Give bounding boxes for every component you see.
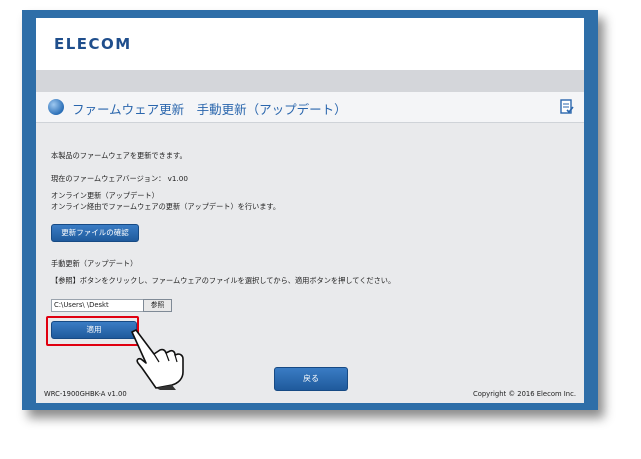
pointing-hand-icon	[131, 329, 184, 390]
globe-icon	[48, 99, 64, 115]
check-update-button[interactable]: 更新ファイルの確認	[51, 224, 139, 242]
online-update-heading: オンライン更新（アップデート）	[51, 191, 159, 200]
page-title: ファームウェア更新 手動更新（アップデート）	[72, 102, 347, 117]
screenshot-frame: ELECOM ファームウェア更新 手動更新（アップデート） 本製品のファームウェ…	[22, 10, 598, 410]
browse-button[interactable]: 参照	[143, 299, 172, 312]
page-title-bar: ファームウェア更新 手動更新（アップデート）	[36, 92, 584, 123]
back-button[interactable]: 戻る	[274, 367, 348, 391]
elecom-logo: ELECOM	[54, 35, 132, 53]
current-version-text: 現在のファームウェアバージョン： v1.00	[51, 174, 188, 183]
manual-update-heading: 手動更新（アップデート）	[51, 259, 138, 268]
apply-button[interactable]: 適用	[51, 321, 137, 339]
nav-band	[36, 70, 584, 92]
help-icon[interactable]	[560, 99, 574, 115]
manual-update-description: 【参照】ボタンをクリックし、ファームウェアのファイルを選択してから、適用ボタンを…	[51, 276, 396, 285]
online-update-description: オンライン経由でファームウェアの更新（アップデート）を行います。	[51, 202, 281, 211]
copyright-text: Copyright © 2016 Elecom Inc.	[472, 390, 576, 398]
intro-text: 本製品のファームウェアを更新できます。	[51, 151, 187, 160]
header: ELECOM	[36, 18, 584, 70]
router-admin-page: ELECOM ファームウェア更新 手動更新（アップデート） 本製品のファームウェ…	[36, 18, 584, 403]
file-path-input[interactable]: C:\Users\ \Deskt	[51, 299, 144, 312]
model-version: WRC-1900GHBK-A v1.00	[44, 390, 127, 398]
